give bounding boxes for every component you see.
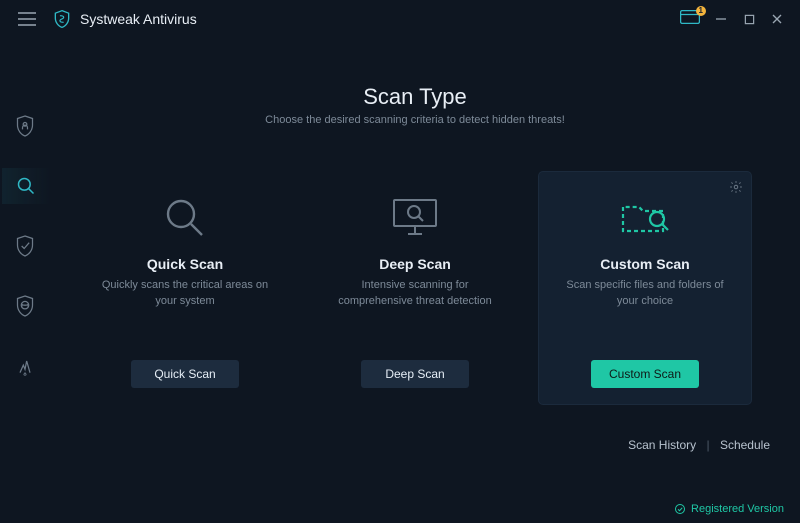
menu-button[interactable] bbox=[8, 0, 46, 38]
main-content: Scan Type Choose the desired scanning cr… bbox=[50, 38, 800, 523]
app-title: Systweak Antivirus bbox=[80, 11, 197, 27]
card-title: Deep Scan bbox=[379, 256, 451, 272]
sidebar-item-protection[interactable] bbox=[0, 108, 50, 144]
sidebar-item-realtime[interactable] bbox=[0, 228, 50, 264]
folder-scan-icon bbox=[619, 190, 671, 246]
quick-scan-button[interactable]: Quick Scan bbox=[131, 360, 239, 388]
shield-logo-icon bbox=[52, 9, 72, 29]
card-custom-scan: Custom Scan Scan specific files and fold… bbox=[539, 172, 751, 404]
page-title: Scan Type bbox=[60, 84, 770, 110]
card-desc: Intensive scanning for comprehensive thr… bbox=[325, 278, 505, 312]
card-desc: Scan specific files and folders of your … bbox=[555, 278, 735, 312]
page-subtitle: Choose the desired scanning criteria to … bbox=[60, 114, 770, 126]
maximize-button[interactable] bbox=[742, 12, 756, 26]
sidebar bbox=[0, 38, 50, 523]
credit-badge: 1 bbox=[696, 6, 706, 16]
scan-history-link[interactable]: Scan History bbox=[628, 438, 696, 452]
monitor-scan-icon bbox=[390, 190, 440, 246]
card-quick-scan: Quick Scan Quickly scans the critical ar… bbox=[79, 172, 291, 404]
deep-scan-button[interactable]: Deep Scan bbox=[361, 360, 469, 388]
close-button[interactable] bbox=[770, 12, 784, 26]
divider: | bbox=[706, 438, 709, 452]
card-title: Custom Scan bbox=[600, 256, 689, 272]
sidebar-item-tools[interactable] bbox=[0, 348, 50, 384]
registered-label: Registered Version bbox=[691, 503, 784, 515]
registered-badge: Registered Version bbox=[674, 503, 784, 515]
schedule-link[interactable]: Schedule bbox=[720, 438, 770, 452]
custom-scan-button[interactable]: Custom Scan bbox=[591, 360, 699, 388]
sidebar-item-scan[interactable] bbox=[0, 168, 50, 204]
magnifier-icon bbox=[161, 190, 209, 246]
credit-card-icon[interactable]: 1 bbox=[680, 10, 700, 29]
minimize-button[interactable] bbox=[714, 12, 728, 26]
sidebar-item-web[interactable] bbox=[0, 288, 50, 324]
app-logo: Systweak Antivirus bbox=[52, 9, 197, 29]
card-settings-button[interactable] bbox=[729, 180, 743, 199]
card-title: Quick Scan bbox=[147, 256, 223, 272]
titlebar: Systweak Antivirus 1 bbox=[0, 0, 800, 38]
card-deep-scan: Deep Scan Intensive scanning for compreh… bbox=[309, 172, 521, 404]
card-desc: Quickly scans the critical areas on your… bbox=[95, 278, 275, 312]
footer-links: Scan History | Schedule bbox=[60, 438, 770, 452]
